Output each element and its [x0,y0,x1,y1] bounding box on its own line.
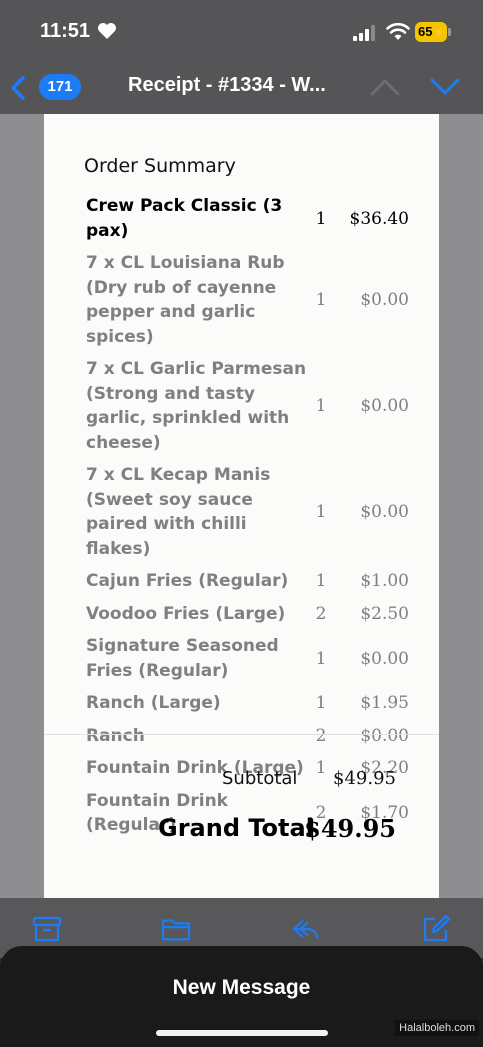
message-body[interactable]: Order Summary Crew Pack Classic (3 pax) 1… [0,114,483,898]
item-qty: 1 [315,693,327,714]
status-time: 11:51 [40,20,91,42]
wifi-icon [386,23,410,40]
item-price: $0.00 [360,502,409,522]
divider [44,734,439,735]
status-bar: 11:51 65⚡ [0,0,483,62]
table-row: Crew Pack Classic (3 pax) 1 $36.40 [86,194,409,243]
previous-message-chevron-icon[interactable] [370,77,400,97]
item-price: $36.40 [349,208,409,229]
new-message-title[interactable]: New Message [0,976,483,1000]
table-row: Ranch (Large) 1 $1.95 [86,691,409,716]
item-price: $0.00 [360,290,409,310]
watermark: Halalboleh.com [395,1020,479,1036]
item-name: 7 x CL Garlic Parmesan (Strong and tasty… [86,359,307,453]
item-qty: 2 [315,725,327,746]
table-row: Ranch 2 $0.00 [86,724,409,749]
item-qty: 1 [315,502,327,522]
item-name: Voodoo Fries (Large) [86,603,286,624]
table-row: Signature Seasoned Fries (Regular) 1 $0.00 [86,634,409,683]
table-row: 7 x CL Garlic Parmesan (Strong and tasty… [86,357,409,455]
home-indicator[interactable] [156,1030,328,1036]
item-name: Ranch [86,725,145,746]
new-message-sheet[interactable]: New Message Halalboleh.com [0,946,483,1047]
item-price: $0.00 [360,396,409,416]
item-qty: 1 [315,396,327,416]
item-qty: 1 [315,571,327,592]
table-row: 7 x CL Louisiana Rub (Dry rub of cayenne… [86,251,409,349]
item-qty: 2 [315,603,327,624]
grand-total-value: $49.95 [304,814,396,843]
item-name: 7 x CL Kecap Manis (Sweet soy sauce pair… [86,465,271,559]
order-items-table: Crew Pack Classic (3 pax) 1 $36.40 7 x CL L… [86,194,409,846]
subtotal-value: $49.95 [333,768,396,789]
item-qty: 1 [315,208,327,229]
folder-icon[interactable] [161,914,191,944]
cellular-signal-icon [353,25,375,41]
archive-icon[interactable] [32,914,62,944]
heart-icon [98,23,116,39]
item-price: $0.00 [360,648,409,669]
order-summary-title: Order Summary [84,155,236,177]
item-price: $0.00 [360,725,409,746]
next-message-chevron-icon[interactable] [430,77,460,97]
battery-level: 65 [418,24,433,39]
item-qty: 1 [315,290,327,310]
item-qty: 1 [315,758,327,779]
item-name: Cajun Fries (Regular) [86,571,289,591]
subtotal-label: Subtotal [222,768,298,789]
item-price: $1.00 [360,571,409,592]
table-row: Cajun Fries (Regular) 1 $1.00 [86,569,409,594]
unread-count-badge[interactable]: 171 [39,74,81,100]
item-qty: 1 [315,648,327,669]
message-title: Receipt - #1334 - W... [128,74,326,96]
table-row: Voodoo Fries (Large) 2 $2.50 [86,602,409,627]
table-row: 7 x CL Kecap Manis (Sweet soy sauce pair… [86,463,409,561]
item-name: 7 x CL Louisiana Rub (Dry rub of cayenne… [86,253,285,347]
item-price: $2.50 [360,603,409,624]
reply-icon[interactable] [291,914,321,944]
nav-bar: 171 Receipt - #1334 - W... [0,62,483,114]
receipt-card: Order Summary Crew Pack Classic (3 pax) 1… [44,114,439,898]
compose-icon[interactable] [421,914,451,944]
item-name: Crew Pack Classic (3 pax) [86,196,283,241]
grand-total-label: Grand Total [158,814,314,842]
item-price: $1.95 [360,693,409,714]
item-name: Ranch (Large) [86,693,221,713]
battery-icon: 65⚡ [415,22,451,42]
item-name: Signature Seasoned Fries (Regular) [86,636,279,681]
back-chevron-icon[interactable] [10,76,26,100]
